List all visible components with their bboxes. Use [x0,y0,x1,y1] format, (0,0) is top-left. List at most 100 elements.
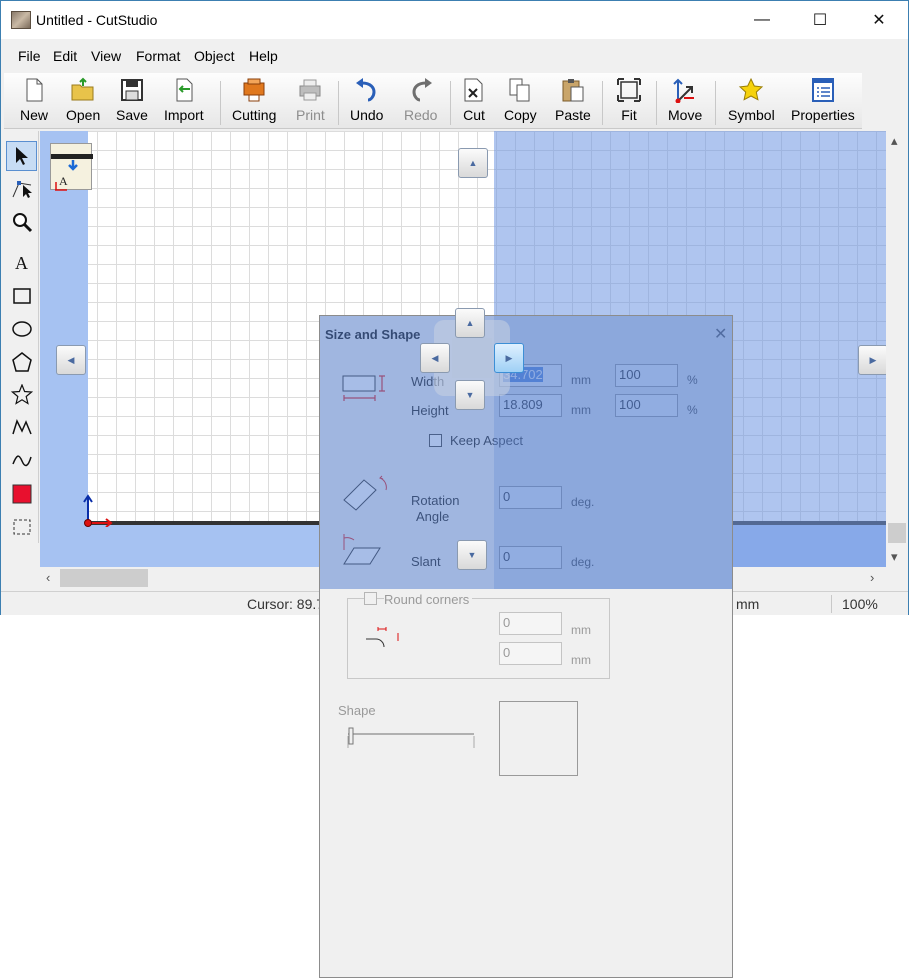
vertical-scrollbar[interactable]: ▴ ▾ [886,131,908,569]
corner-input-1[interactable]: 0 [499,612,562,635]
star-tool[interactable] [6,380,37,410]
rectangle-tool[interactable] [6,281,37,311]
height-unit: mm [571,403,591,417]
document-preview-icon[interactable]: A [50,143,93,191]
print-button[interactable]: Print [296,77,325,127]
select-tool[interactable] [6,141,37,171]
polygon-tool[interactable] [6,347,37,377]
vertical-scroll-thumb[interactable] [888,523,906,543]
horizontal-scroll-thumb[interactable] [60,569,148,587]
navigation-pad-center [452,338,492,378]
cutting-button[interactable]: Cutting [232,77,276,127]
nudge-right-button[interactable]: ▶ [494,343,524,373]
nudge-left-button[interactable]: ◀ [420,343,450,373]
menu-edit[interactable]: Edit [53,48,77,64]
scroll-left-arrow-icon[interactable]: ‹ [46,570,50,585]
menu-object[interactable]: Object [194,48,234,64]
curve-tool-icon [11,455,32,467]
polyline-tool-icon [11,418,32,435]
curve-tool[interactable] [6,444,37,474]
menu-help[interactable]: Help [249,48,278,64]
scroll-down-arrow-icon[interactable]: ▾ [891,549,898,565]
nudge-down-button[interactable]: ▼ [455,380,485,410]
zoom-level: 100% [842,596,878,612]
new-icon [26,78,43,102]
symbol-button[interactable]: Symbol [728,77,775,127]
drawing-toolbox: A [4,131,39,543]
slant-nav-down-button[interactable]: ▼ [457,540,487,570]
save-button[interactable]: Save [116,77,148,127]
close-button[interactable]: ✕ [850,1,908,39]
ellipse-tool[interactable] [6,314,37,344]
width-percent-input[interactable]: 100 [615,364,678,387]
new-button[interactable]: New [20,77,48,127]
nudge-up-button[interactable]: ▲ [455,308,485,338]
cursor-position: Cursor: 89.7 [247,596,325,612]
copy-button[interactable]: Copy [504,77,537,127]
rotation-label: Rotation [411,493,460,508]
properties-button[interactable]: Properties [791,77,855,127]
polyline-tool[interactable] [6,412,37,442]
properties-icon [811,78,834,102]
keep-aspect-checkbox[interactable] [429,434,442,447]
dialog-close-icon[interactable]: ✕ [714,324,727,344]
rotation-icon [343,475,387,511]
corner-input-2[interactable]: 0 [499,642,562,665]
import-button[interactable]: Import [164,77,204,127]
minimize-button[interactable]: — [733,1,791,39]
rectangle-tool-icon [12,288,31,304]
redo-button[interactable]: Redo [404,77,437,127]
menu-file[interactable]: File [18,48,41,64]
width-height-icon [342,375,385,401]
slant-unit: deg. [571,555,595,569]
edit-points-icon [12,181,32,198]
zoom-tool[interactable] [6,207,37,237]
paste-button[interactable]: Paste [555,77,591,127]
scroll-left-nav-button[interactable]: ◀ [56,345,86,375]
width-unit: mm [571,373,591,387]
edit-points-tool[interactable] [6,173,37,203]
cut-button[interactable]: Cut [461,77,487,127]
marquee-select-tool[interactable] [6,512,37,542]
height-input[interactable]: 18.809 [499,394,562,417]
fill-color-tool[interactable] [6,479,37,509]
move-button[interactable]: Move [668,77,702,127]
corner-unit-1: mm [571,623,591,637]
dialog-title: Size and Shape [325,327,421,342]
maximize-button[interactable]: ☐ [791,1,849,39]
scroll-right-arrow-icon[interactable]: › [870,570,874,585]
title-bar[interactable]: Untitled - CutStudio — ☐ ✕ [1,1,908,39]
shape-label: Shape [338,703,376,718]
window-title: Untitled - CutStudio [36,12,158,28]
status-divider [831,595,832,613]
save-icon [120,79,143,101]
menu-view[interactable]: View [91,48,121,64]
scroll-up-arrow-icon[interactable]: ▴ [891,133,898,149]
text-tool[interactable]: A [6,247,37,277]
slant-icon [343,534,381,565]
slant-input[interactable]: 0 [499,546,562,569]
symbol-icon [739,77,764,101]
undo-button[interactable]: Undo [350,77,383,127]
shape-preview [499,701,578,776]
fill-color-icon [12,484,31,504]
keep-aspect-label: Keep Aspect [450,433,523,448]
scroll-right-nav-button[interactable]: ▶ [858,345,886,375]
open-button[interactable]: Open [66,77,100,127]
menu-format[interactable]: Format [136,48,180,64]
fit-button[interactable]: Fit [616,77,642,127]
height-percent-input[interactable]: 100 [615,394,678,417]
height-label: Height [411,403,449,418]
toolbar-separator [656,81,657,125]
cutting-icon [243,78,265,102]
round-corners-checkbox[interactable] [364,592,377,605]
scroll-up-nav-button[interactable]: ▲ [458,148,488,178]
round-corners-label: Round corners [384,592,473,607]
svg-text:A: A [59,174,68,188]
toolbar-separator [450,81,451,125]
rotation-input[interactable]: 0 [499,486,562,509]
shape-slider[interactable] [346,726,478,750]
redo-icon [412,78,432,102]
select-arrow-icon [15,147,28,165]
round-corner-icon [366,627,399,648]
